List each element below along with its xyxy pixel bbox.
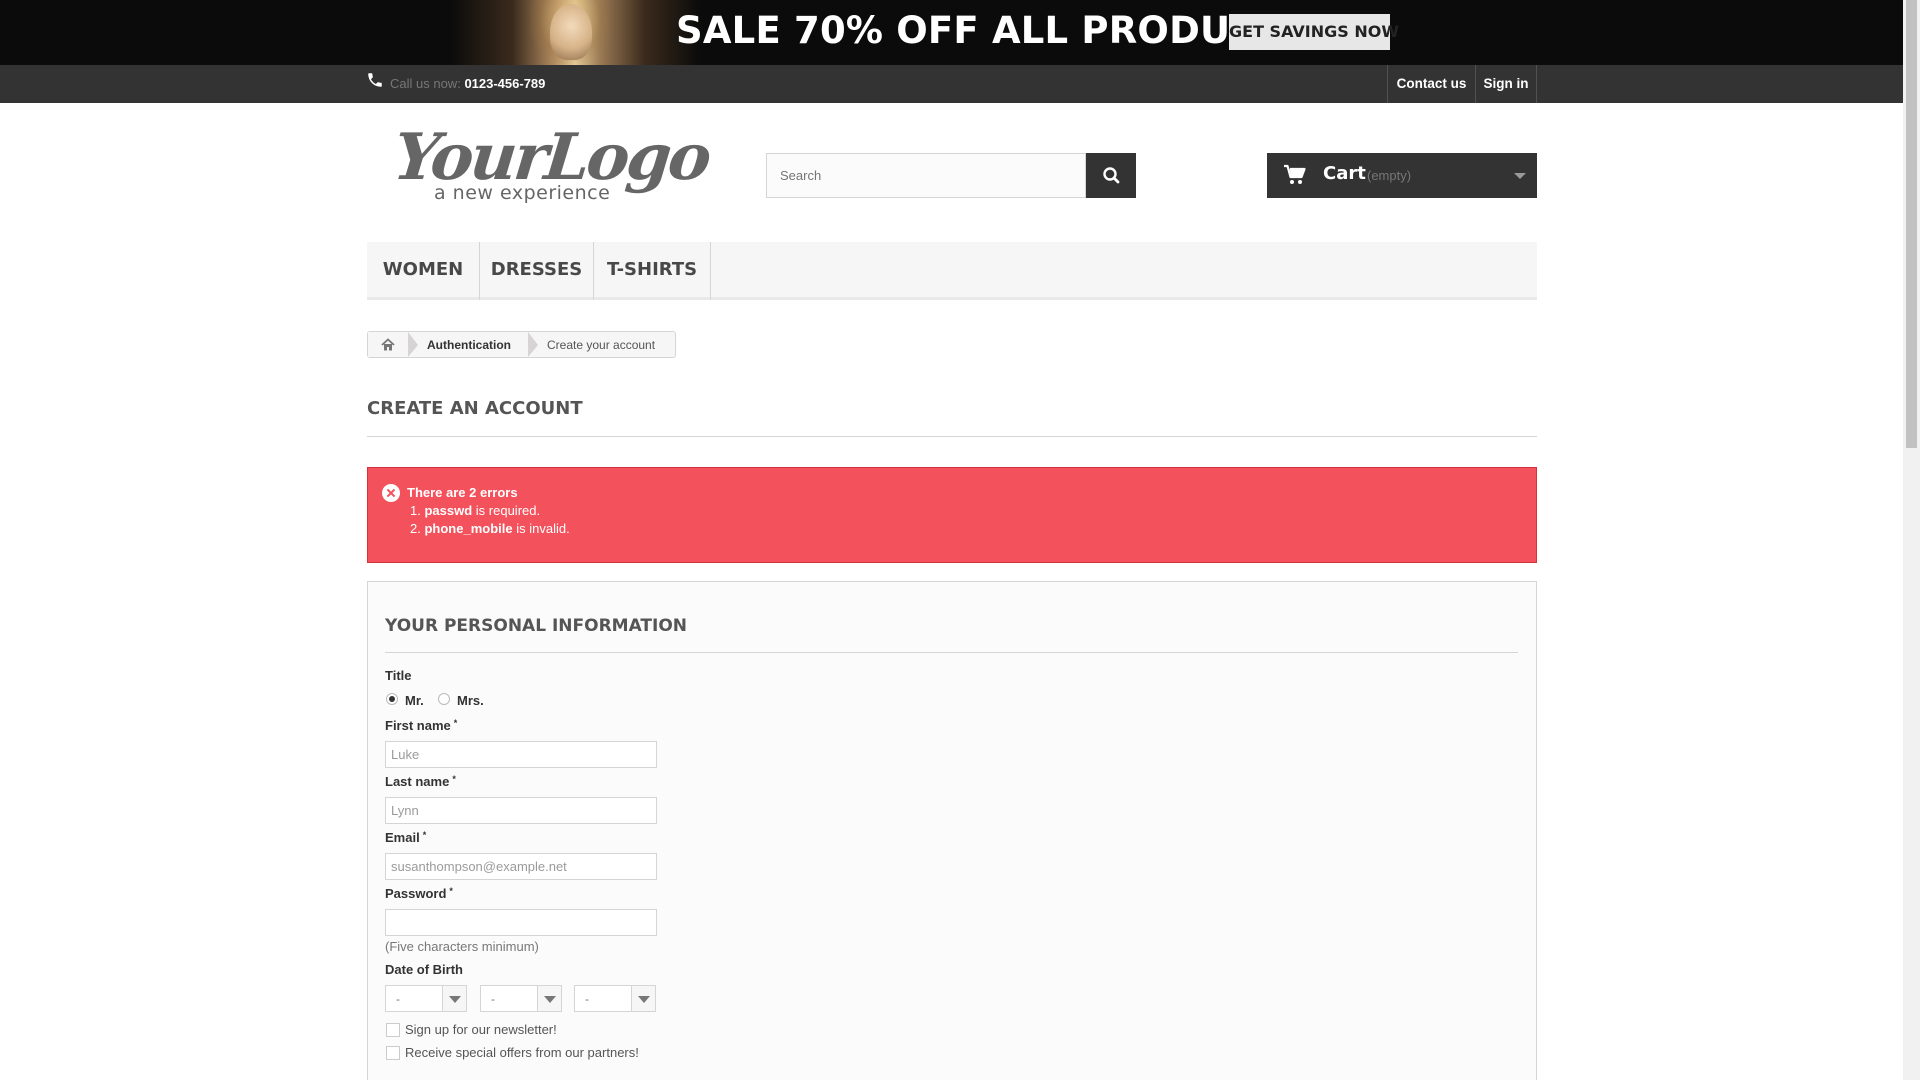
title-mrs-radio[interactable] bbox=[438, 693, 450, 705]
error-number: 1. bbox=[410, 503, 421, 518]
menu-item-tshirts[interactable]: T-SHIRTS bbox=[594, 242, 711, 300]
error-message: is required. bbox=[475, 503, 541, 518]
error-item: 1. passwd is required. bbox=[410, 503, 540, 518]
cart-button[interactable]: Cart (empty) bbox=[1267, 153, 1537, 198]
breadcrumb-authentication[interactable]: Authentication bbox=[427, 338, 511, 352]
search-button[interactable] bbox=[1086, 153, 1136, 198]
top-nav-bar bbox=[0, 65, 1903, 103]
breadcrumb: Authentication Create your account bbox=[367, 331, 676, 358]
menu-item-women[interactable]: WOMEN bbox=[367, 242, 480, 300]
title-label: Title bbox=[385, 668, 412, 683]
phone-number: 0123-456-789 bbox=[464, 76, 546, 91]
get-savings-button[interactable]: GET SAVINGS NOW bbox=[1229, 14, 1399, 50]
last-name-label-text: Last name bbox=[385, 774, 450, 789]
banner-face bbox=[550, 4, 592, 60]
password-label-text: Password bbox=[385, 886, 447, 901]
breadcrumb-home[interactable] bbox=[368, 332, 408, 357]
error-item: 2. phone_mobile is invalid. bbox=[410, 521, 570, 536]
email-label: Email * bbox=[385, 830, 426, 845]
call-us-text: Call us now: 0123-456-789 bbox=[390, 76, 545, 91]
logo-tagline: a new experience bbox=[434, 182, 611, 204]
cart-label: Cart bbox=[1323, 163, 1366, 184]
last-name-field-box bbox=[385, 797, 657, 824]
breadcrumb-current: Create your account bbox=[547, 338, 656, 352]
password-label: Password * bbox=[385, 886, 453, 901]
offers-checkbox[interactable] bbox=[386, 1046, 400, 1060]
chevron-down-icon bbox=[537, 986, 561, 1011]
first-name-field[interactable] bbox=[386, 742, 656, 767]
required-mark: * bbox=[452, 774, 456, 784]
site-logo[interactable]: YourLogo a new experience bbox=[390, 120, 712, 210]
password-hint: (Five characters minimum) bbox=[385, 939, 539, 954]
call-label: Call us now: bbox=[390, 76, 461, 91]
phone-icon bbox=[368, 73, 382, 87]
menu-item-dresses[interactable]: DRESSES bbox=[480, 242, 594, 300]
search-input[interactable] bbox=[767, 154, 1085, 197]
search-icon bbox=[1103, 167, 1120, 184]
error-message: is invalid. bbox=[516, 521, 570, 536]
promo-banner[interactable]: SALE 70% OFF ALL PRODUCTS GET SAVINGS NO… bbox=[0, 0, 1903, 65]
email-field-box bbox=[385, 853, 657, 880]
first-name-label-text: First name bbox=[385, 718, 451, 733]
sign-in-link[interactable]: Sign in bbox=[1475, 65, 1537, 103]
first-name-field-box bbox=[385, 741, 657, 768]
dob-day-select[interactable]: - bbox=[385, 985, 467, 1012]
alert-title: There are 2 errors bbox=[407, 485, 518, 500]
breadcrumb-separator bbox=[528, 332, 538, 357]
dob-month-value: - bbox=[491, 992, 495, 1006]
search-box bbox=[766, 153, 1086, 198]
error-alert: There are 2 errors 1. passwd is required… bbox=[367, 467, 1537, 563]
breadcrumb-separator bbox=[408, 332, 418, 357]
email-field[interactable] bbox=[386, 854, 656, 879]
password-field-box bbox=[385, 909, 657, 936]
divider bbox=[367, 436, 1537, 437]
title-mr-label[interactable]: Mr. bbox=[405, 693, 424, 708]
chevron-down-icon bbox=[442, 986, 466, 1011]
last-name-label: Last name * bbox=[385, 774, 456, 789]
last-name-field[interactable] bbox=[386, 798, 656, 823]
home-icon bbox=[381, 338, 395, 351]
email-label-text: Email bbox=[385, 830, 420, 845]
required-mark: * bbox=[453, 718, 458, 728]
banner-model-image bbox=[450, 0, 700, 65]
error-number: 2. bbox=[410, 521, 421, 536]
first-name-label: First name * bbox=[385, 718, 457, 733]
dob-year-value: - bbox=[585, 992, 589, 1006]
newsletter-checkbox[interactable] bbox=[386, 1023, 400, 1037]
cart-status: (empty) bbox=[1367, 168, 1412, 183]
banner-headline: SALE 70% OFF ALL PRODUCTS bbox=[676, 9, 1310, 52]
page-title: CREATE AN ACCOUNT bbox=[367, 398, 583, 419]
divider bbox=[385, 652, 1518, 653]
required-mark: * bbox=[422, 830, 427, 840]
required-mark: * bbox=[449, 886, 453, 896]
error-field: phone_mobile bbox=[424, 521, 513, 536]
contact-us-link[interactable]: Contact us bbox=[1387, 65, 1475, 103]
scrollbar-thumb[interactable] bbox=[1906, 0, 1917, 448]
title-mr-radio[interactable] bbox=[386, 693, 398, 705]
chevron-down-icon bbox=[631, 986, 655, 1011]
dob-year-select[interactable]: - bbox=[574, 985, 656, 1012]
password-field[interactable] bbox=[386, 910, 656, 935]
main-menu: WOMEN DRESSES T-SHIRTS bbox=[367, 242, 1537, 300]
chevron-down-icon bbox=[1514, 173, 1526, 179]
form-heading: YOUR PERSONAL INFORMATION bbox=[385, 616, 688, 636]
offers-label[interactable]: Receive special offers from our partners… bbox=[405, 1045, 639, 1060]
title-mrs-label[interactable]: Mrs. bbox=[457, 693, 484, 708]
dob-day-value: - bbox=[396, 992, 400, 1006]
dob-month-select[interactable]: - bbox=[480, 985, 562, 1012]
cart-icon bbox=[1284, 164, 1306, 184]
newsletter-label[interactable]: Sign up for our newsletter! bbox=[405, 1022, 557, 1037]
error-field: passwd bbox=[424, 503, 473, 518]
error-icon bbox=[382, 484, 400, 502]
dob-label: Date of Birth bbox=[385, 962, 463, 977]
